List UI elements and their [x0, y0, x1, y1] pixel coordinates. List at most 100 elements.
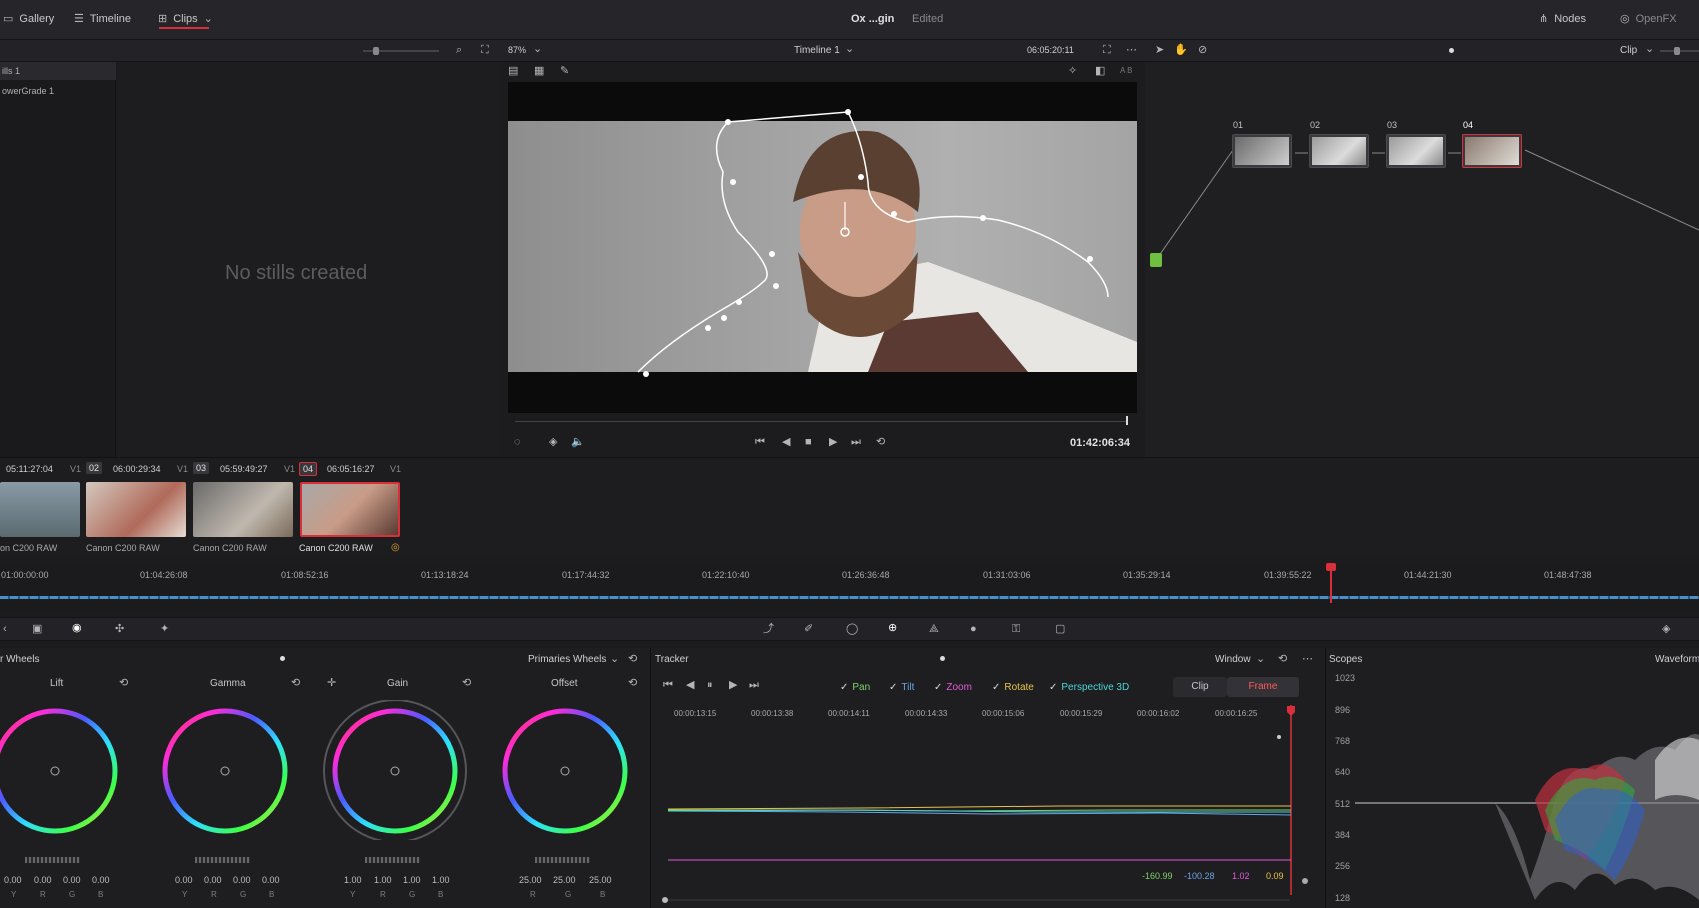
play-icon[interactable]: ▶	[829, 437, 837, 448]
timeline-track[interactable]	[0, 596, 1699, 599]
blur-icon[interactable]: ●	[970, 624, 977, 635]
clip-thumbnail[interactable]	[0, 482, 80, 537]
reset-icon[interactable]: ⟲	[119, 678, 128, 689]
tracker-icon[interactable]: ⊕	[888, 623, 897, 634]
gain-value-r[interactable]: 1.00	[374, 875, 392, 885]
highlight-icon[interactable]: ✧	[1068, 66, 1077, 77]
reset-icon[interactable]: ⟲	[291, 678, 300, 689]
gamma-value-b[interactable]: 0.00	[262, 875, 280, 885]
expand-icon[interactable]: ⛶	[481, 45, 489, 56]
node-zoom-slider[interactable]	[1660, 47, 1699, 55]
gamma-value-g[interactable]: 0.00	[233, 875, 251, 885]
gamma-value-y[interactable]: 0.00	[175, 875, 193, 885]
scrubber-playhead[interactable]	[1126, 416, 1128, 425]
bypass-icon[interactable]: ⊘	[1198, 45, 1207, 56]
more-icon[interactable]: ⋯	[1126, 45, 1137, 56]
track-forward-icon[interactable]: ▶	[729, 680, 737, 691]
album-item[interactable]: owerGrade 1	[0, 82, 116, 100]
more-tools-icon[interactable]: ◈	[1662, 624, 1670, 635]
skip-end-icon[interactable]: ⏭	[851, 437, 861, 448]
zoom-chevron-icon[interactable]: ⌄	[533, 44, 542, 55]
tracker-window-select[interactable]: Window	[1215, 654, 1251, 665]
stop-icon[interactable]: ■	[805, 437, 812, 448]
gain-value-g[interactable]: 1.00	[403, 875, 421, 885]
fullscreen-icon[interactable]: ⛶	[1103, 45, 1111, 56]
node-01[interactable]	[1232, 134, 1292, 168]
album-item[interactable]: ills 1	[0, 62, 116, 80]
offset-value-g[interactable]: 25.00	[553, 875, 576, 885]
split-icon[interactable]: ◧	[1095, 66, 1105, 77]
reset-icon[interactable]: ⟲	[462, 678, 471, 689]
timeline-name[interactable]: Timeline 1	[794, 45, 840, 56]
step-back-icon[interactable]: ◀	[782, 437, 790, 448]
rotate-checkbox[interactable]: ✓ Rotate	[992, 682, 1034, 693]
tilt-checkbox[interactable]: ✓ Tilt	[889, 682, 914, 693]
chevron-left-icon[interactable]: ‹	[3, 624, 7, 635]
timeline-button[interactable]: ☰ Timeline	[74, 13, 131, 25]
nodes-button[interactable]: ⋔ Nodes	[1539, 13, 1586, 25]
layers-icon[interactable]: ◈	[549, 437, 557, 448]
magic-mask-icon[interactable]: ⟁	[929, 624, 939, 635]
clip-thumbnail[interactable]	[193, 482, 293, 537]
slider-handle[interactable]	[1674, 47, 1680, 55]
viewer-scrubber[interactable]	[515, 421, 1127, 422]
search-icon[interactable]: ⌕	[456, 45, 462, 56]
sizing-icon[interactable]: ▢	[1055, 624, 1065, 635]
track-forward-end-icon[interactable]: ⏭	[749, 680, 759, 691]
video-frame[interactable]	[508, 82, 1137, 413]
grid-icon[interactable]: ▦	[534, 66, 544, 77]
volume-icon[interactable]: 🔈	[571, 437, 585, 448]
gallery-button[interactable]: ▭ Gallery	[3, 13, 54, 25]
node-03[interactable]	[1386, 134, 1446, 168]
offset-value-r[interactable]: 25.00	[519, 875, 542, 885]
more-icon[interactable]: ⋯	[1302, 654, 1313, 665]
camera-raw-icon[interactable]: ▣	[32, 624, 42, 635]
node-02[interactable]	[1309, 134, 1369, 168]
clips-button[interactable]: ⊞ Clips ⌄	[158, 13, 213, 25]
pause-icon[interactable]: ⏸	[707, 680, 713, 691]
chevron-down-icon[interactable]: ⌄	[1256, 654, 1265, 665]
zoom-checkbox[interactable]: ✓ Zoom	[934, 682, 972, 693]
mode-chevron-icon[interactable]: ⌄	[1645, 44, 1654, 55]
node-mode[interactable]: Clip	[1620, 45, 1637, 56]
clip-mode-button[interactable]: Clip	[1173, 677, 1227, 697]
clip-thumbnail[interactable]	[86, 482, 186, 537]
reset-icon[interactable]: ⟲	[1278, 654, 1287, 665]
motion-effects-icon[interactable]: ✦	[160, 624, 169, 635]
hdr-icon[interactable]: ✣	[115, 624, 124, 635]
lift-master-wheel[interactable]	[25, 857, 80, 863]
gain-value-b[interactable]: 1.00	[432, 875, 450, 885]
frame-mode-button[interactable]: Frame	[1227, 677, 1299, 697]
reset-icon[interactable]: ⟲	[628, 678, 637, 689]
node-editor[interactable]: 01 02 03 04	[1145, 62, 1699, 457]
source-timecode[interactable]: 06:05:20:11	[1027, 45, 1074, 55]
curves-icon[interactable]: ⤴	[763, 624, 774, 635]
clip-thumbnail[interactable]	[300, 482, 400, 537]
lift-value-b[interactable]: 0.00	[92, 875, 110, 885]
layout-icon[interactable]: ▤	[508, 66, 518, 77]
loop-icon[interactable]: ⟲	[876, 437, 885, 448]
track-reverse-icon[interactable]: ◀	[686, 680, 694, 691]
wheels-mode[interactable]: Primaries Wheels	[528, 654, 606, 665]
chevron-down-icon[interactable]: ⌄	[610, 654, 619, 665]
view-options-icon[interactable]: ◌	[514, 437, 521, 448]
lift-value-y[interactable]: 0.00	[4, 875, 22, 885]
window-icon[interactable]: ◯	[846, 624, 858, 635]
offset-master-wheel[interactable]	[535, 857, 590, 863]
gallery-zoom-slider[interactable]	[363, 47, 439, 55]
zoom-level[interactable]: 87%	[508, 45, 526, 55]
perspective-checkbox[interactable]: ✓ Perspective 3D	[1049, 682, 1129, 693]
playhead-marker[interactable]	[1326, 563, 1336, 571]
hand-icon[interactable]: ✋	[1174, 45, 1188, 56]
reset-icon[interactable]: ⟲	[628, 654, 637, 665]
gamma-value-r[interactable]: 0.00	[204, 875, 222, 885]
gain-master-wheel[interactable]	[365, 857, 420, 863]
timeline-chevron-icon[interactable]: ⌄	[845, 44, 854, 55]
magic-wand-icon[interactable]: ✎	[560, 66, 569, 77]
gamma-master-wheel[interactable]	[195, 857, 250, 863]
color-wheels-icon[interactable]: ◉	[72, 623, 82, 634]
skip-start-icon[interactable]: ⏮	[755, 437, 765, 448]
ab-label[interactable]: A B	[1120, 66, 1132, 75]
slider-handle[interactable]	[373, 47, 379, 55]
tracker-graph[interactable]	[660, 700, 1320, 905]
